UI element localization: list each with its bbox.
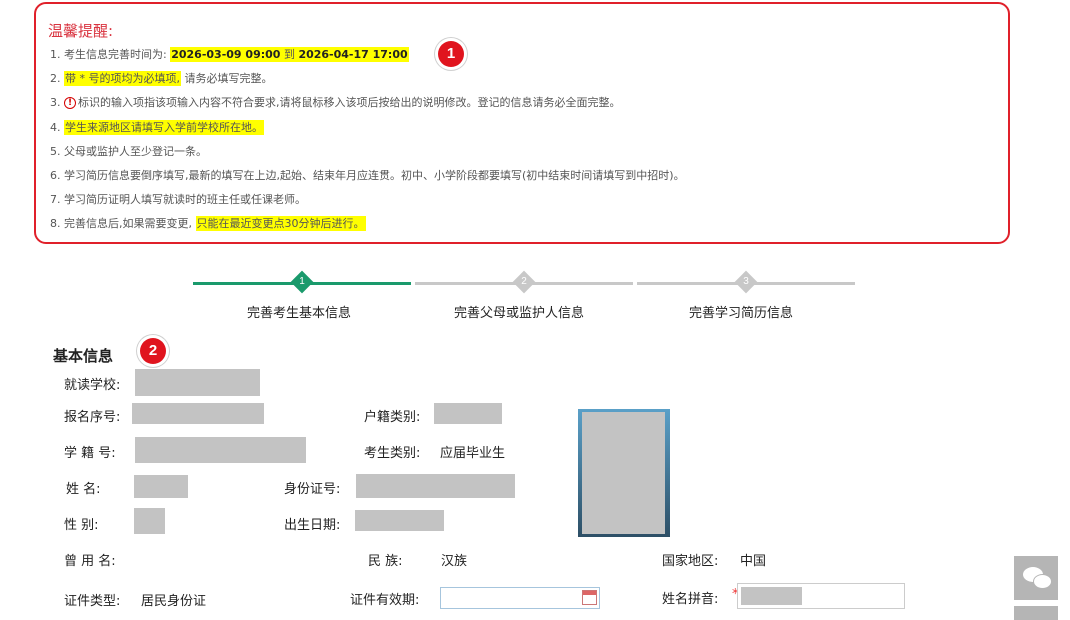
student-no-value-redacted	[135, 437, 306, 463]
cert-valid-date-input[interactable]	[440, 587, 600, 609]
notice-item-5: 5. 父母或监护人至少登记一条。	[50, 141, 685, 165]
step-3-label[interactable]: 完善学习简历信息	[689, 302, 793, 321]
country-value: 中国	[740, 554, 767, 569]
country-label: 国家地区:	[662, 554, 719, 569]
school-value-redacted	[135, 369, 260, 396]
ethnicity-value: 汉族	[441, 554, 468, 569]
notice-highlight: 带 * 号的项均为必填项,	[64, 71, 181, 87]
id-no-label: 身份证号:	[284, 482, 341, 497]
wechat-button[interactable]	[1014, 556, 1058, 600]
annotation-badge-2: 2	[140, 338, 166, 364]
candidate-type-label: 考生类别:	[364, 446, 421, 461]
reg-no-label: 报名序号:	[64, 410, 121, 425]
pinyin-input[interactable]	[737, 583, 905, 609]
step-2-label[interactable]: 完善父母或监护人信息	[454, 302, 584, 321]
pinyin-label: 姓名拼音:	[662, 592, 719, 607]
notice-item-8: 8. 完善信息后,如果需要变更, 只能在最近变更点30分钟后进行。	[50, 213, 685, 237]
notice-text: 标识的输入项指该项输入内容不符合要求,请将鼠标移入该项后按给出的说明修改。登记的…	[78, 96, 621, 110]
cert-type-value: 居民身份证	[141, 594, 207, 609]
item-number: 1.	[50, 48, 61, 61]
calendar-icon[interactable]	[582, 590, 597, 605]
notice-title: 温馨提醒:	[48, 22, 114, 40]
gender-label: 性 别:	[64, 518, 99, 533]
step-1-number: 1	[299, 276, 305, 287]
birth-label: 出生日期:	[284, 518, 341, 533]
to-text: 到	[283, 48, 295, 61]
reg-no-value-redacted	[132, 403, 264, 424]
step-progress: 1 2 3 完善考生基本信息 完善父母或监护人信息 完善学习简历信息	[193, 270, 855, 321]
notice-highlight: 只能在最近变更点30分钟后进行。	[195, 216, 366, 232]
step-2-number: 2	[521, 276, 527, 287]
notice-item-4: 4. 学生来源地区请填写入学前学校所在地。	[50, 117, 685, 141]
notice-item-7: 7. 学习简历证明人填写就读时的班主任或任课老师。	[50, 189, 685, 213]
notice-text: 考生信息完善时间为:	[64, 48, 167, 61]
section-title: 基本信息	[53, 347, 114, 365]
id-no-value-redacted	[356, 474, 515, 498]
notice-panel: 温馨提醒: 1. 考生信息完善时间为: 2026-03-09 09:00 到 2…	[34, 2, 1010, 244]
pinyin-value-redacted	[741, 587, 802, 605]
step-1-label[interactable]: 完善考生基本信息	[247, 302, 351, 321]
item-number: 3.	[50, 96, 61, 110]
notice-item-1: 1. 考生信息完善时间为: 2026-03-09 09:00 到 2026-04…	[50, 44, 685, 68]
ethnicity-label: 民 族:	[368, 554, 403, 569]
former-name-label: 曾 用 名:	[64, 554, 116, 569]
notice-text: 完善信息后,如果需要变更,	[64, 217, 192, 231]
photo-redacted	[582, 412, 665, 534]
notice-text: 学习简历信息要倒序填写,最新的填写在上边,起始、结束年月应连贯。初中、小学阶段都…	[64, 168, 685, 182]
item-number: 6.	[50, 168, 61, 182]
student-photo	[578, 409, 670, 537]
birth-value-redacted	[355, 510, 444, 531]
notice-list: 1. 考生信息完善时间为: 2026-03-09 09:00 到 2026-04…	[50, 44, 685, 238]
notice-item-6: 6. 学习简历信息要倒序填写,最新的填写在上边,起始、结束年月应连贯。初中、小学…	[50, 165, 685, 189]
household-label: 户籍类别:	[364, 410, 421, 425]
notice-item-3: 3. ! 标识的输入项指该项输入内容不符合要求,请将鼠标移入该项后按给出的说明修改…	[50, 92, 685, 116]
wechat-icon-bubble	[1033, 574, 1052, 589]
notice-item-2: 2. 带 * 号的项均为必填项, 请务必填写完整。	[50, 68, 685, 92]
annotation-badge-1: 1	[438, 41, 464, 67]
item-number: 2.	[50, 72, 61, 86]
step-3-number: 3	[743, 276, 749, 287]
notice-text: 父母或监护人至少登记一条。	[64, 144, 207, 158]
time-range-highlight: 2026-03-09 09:00 到 2026-04-17 17:00	[170, 47, 409, 62]
start-time: 2026-03-09 09:00	[171, 48, 281, 61]
cert-type-label: 证件类型:	[64, 594, 121, 609]
side-button-2[interactable]	[1014, 606, 1058, 620]
warning-icon: !	[64, 97, 76, 110]
gender-value-redacted	[134, 508, 165, 534]
name-value-redacted	[134, 475, 188, 498]
school-label: 就读学校:	[64, 378, 121, 393]
student-no-label: 学 籍 号:	[64, 446, 116, 461]
household-value-redacted	[434, 403, 502, 424]
name-label: 姓 名:	[66, 482, 101, 497]
notice-text: 请务必填写完整。	[184, 72, 273, 86]
end-time: 2026-04-17 17:00	[298, 48, 408, 61]
item-number: 5.	[50, 144, 61, 158]
cert-valid-label: 证件有效期:	[350, 593, 420, 608]
item-number: 8.	[50, 217, 61, 231]
candidate-type-value: 应届毕业生	[440, 446, 506, 461]
item-number: 7.	[50, 193, 61, 207]
notice-highlight: 学生来源地区请填写入学前学校所在地。	[64, 119, 264, 135]
notice-text: 学习简历证明人填写就读时的班主任或任课老师。	[64, 193, 306, 207]
item-number: 4.	[50, 120, 61, 134]
